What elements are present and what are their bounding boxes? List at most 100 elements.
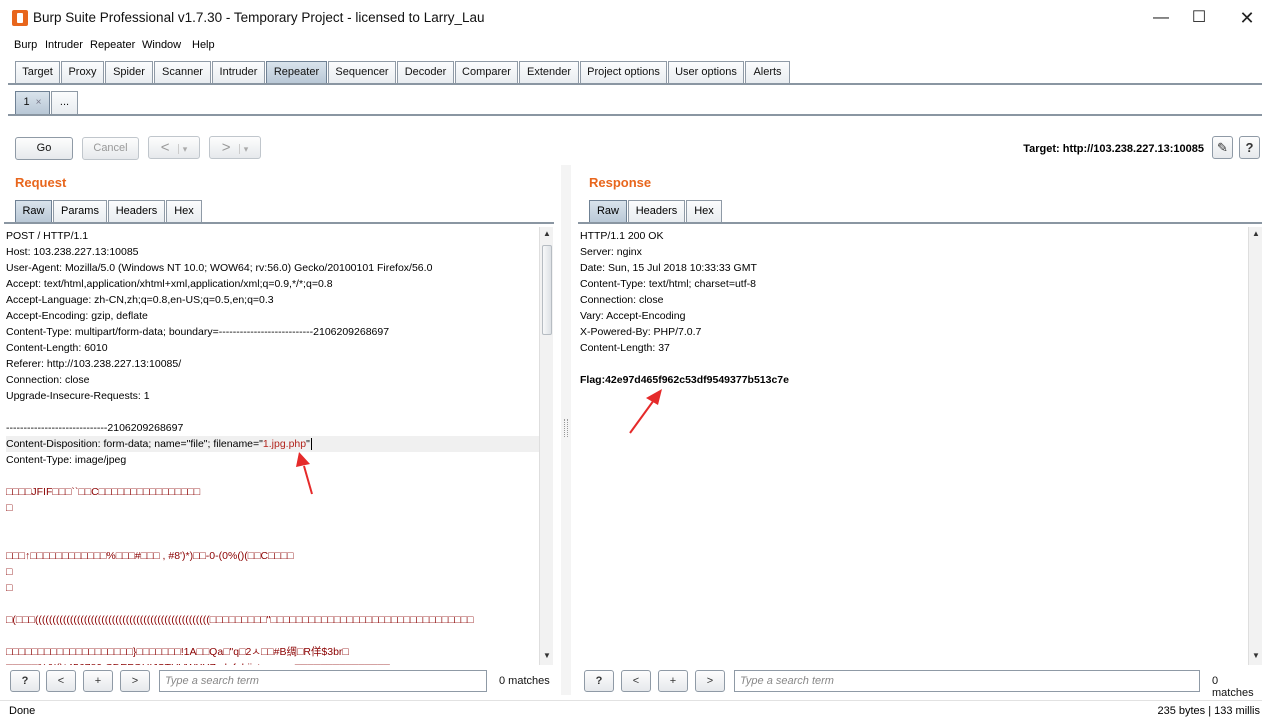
request-search-add-button[interactable]: +	[83, 670, 113, 692]
response-tab-hex[interactable]: Hex	[686, 200, 722, 223]
forward-arrow-icon: >	[221, 139, 231, 156]
response-search-prev-button[interactable]: <	[621, 670, 651, 692]
new-tab-button[interactable]: ...	[51, 91, 78, 114]
editor-line: Content-Type: text/html; charset=utf-8	[580, 278, 756, 290]
help-icon[interactable]: ?	[1239, 136, 1260, 159]
editor-line: Accept: text/html,application/xhtml+xml,…	[6, 278, 333, 290]
title-bar: Burp Suite Professional v1.7.30 - Tempor…	[0, 0, 1262, 36]
response-size-timing: 235 bytes | 133 millis	[1157, 705, 1260, 717]
tab-extender[interactable]: Extender	[519, 61, 579, 84]
scroll-up-icon[interactable]: ▲	[540, 227, 554, 241]
scroll-thumb[interactable]	[542, 245, 552, 335]
request-scrollbar[interactable]: ▲ ▼	[539, 227, 553, 665]
response-tab-rule	[578, 222, 1262, 224]
editor-line: □	[6, 566, 13, 578]
editor-line: User-Agent: Mozilla/5.0 (Windows NT 10.0…	[6, 262, 433, 274]
menu-bar: Burp Intruder Repeater Window Help	[0, 36, 1262, 56]
editor-line: Server: nginx	[580, 246, 642, 258]
editor-line: POST / HTTP/1.1	[6, 230, 89, 242]
request-tab-hex[interactable]: Hex	[166, 200, 202, 223]
editor-line: Connection: close	[580, 294, 664, 306]
request-search-prev-button[interactable]: <	[46, 670, 76, 692]
tab-decoder[interactable]: Decoder	[397, 61, 454, 84]
tab-user-options[interactable]: User options	[668, 61, 744, 84]
editor-line: □□□↑□□□□□□□□□□□□%□□□#□□□ , #8')*)□□-0-(0…	[6, 550, 294, 562]
annotation-arrow-flag	[629, 389, 662, 434]
editor-line: Connection: close	[6, 374, 90, 386]
back-dropdown-icon[interactable]: ▾	[177, 144, 188, 154]
burp-window: Burp Suite Professional v1.7.30 - Tempor…	[0, 0, 1262, 721]
annotation-arrow-filename	[296, 452, 313, 495]
scroll-up-icon[interactable]: ▲	[1249, 227, 1262, 241]
editor-line: Accept-Encoding: gzip, deflate	[6, 310, 148, 322]
maximize-icon[interactable]: ☐	[1176, 4, 1222, 32]
tab-project-options[interactable]: Project options	[580, 61, 667, 84]
response-scrollbar[interactable]: ▲ ▼	[1248, 227, 1262, 665]
response-editor[interactable]: HTTP/1.1 200 OK Server: nginx Date: Sun, 1…	[578, 227, 1248, 665]
request-tab-raw[interactable]: Raw	[15, 200, 52, 223]
response-match-count: 0 matches	[1212, 675, 1254, 699]
response-search-help-button[interactable]: ?	[584, 670, 614, 692]
response-search-add-button[interactable]: +	[658, 670, 688, 692]
back-button[interactable]: < ▾	[148, 136, 200, 159]
tab-close-icon[interactable]: ×	[36, 97, 42, 108]
split-divider[interactable]	[561, 165, 571, 695]
divider-grip[interactable]	[564, 419, 568, 437]
request-search-next-button[interactable]: >	[120, 670, 150, 692]
editor-line: □□□□□□□□□□□□□□□□□□□□}□□□□□□□!1A□□Qa□"q□2…	[6, 646, 349, 658]
tab-repeater[interactable]: Repeater	[266, 61, 327, 84]
main-tab-bar: Target Proxy Spider Scanner Intruder Rep…	[0, 57, 1262, 87]
tab-sequencer[interactable]: Sequencer	[328, 61, 396, 84]
editor-line: Content-Length: 6010	[6, 342, 108, 354]
request-search-help-button[interactable]: ?	[10, 670, 40, 692]
response-search-input[interactable]: Type a search term	[734, 670, 1200, 692]
close-icon[interactable]: ✕	[1224, 4, 1262, 32]
edit-target-icon[interactable]: ✎	[1212, 136, 1233, 159]
window-title: Burp Suite Professional v1.7.30 - Tempor…	[33, 10, 485, 25]
request-editor[interactable]: POST / HTTP/1.1 Host: 103.238.227.13:1008…	[4, 227, 539, 665]
back-arrow-icon: <	[160, 139, 170, 156]
cancel-button[interactable]: Cancel	[82, 137, 139, 160]
scroll-down-icon[interactable]: ▼	[1249, 649, 1262, 663]
forward-button[interactable]: > ▾	[209, 136, 261, 159]
response-search-next-button[interactable]: >	[695, 670, 725, 692]
uploaded-filename: 1.jpg.php	[262, 438, 307, 450]
request-match-count: 0 matches	[499, 675, 550, 687]
request-tab-rule	[4, 222, 554, 224]
forward-dropdown-icon[interactable]: ▾	[238, 144, 249, 154]
editor-line: □	[6, 502, 13, 514]
menu-intruder[interactable]: Intruder	[45, 39, 83, 51]
request-tab-headers[interactable]: Headers	[108, 200, 165, 223]
response-tab-headers[interactable]: Headers	[628, 200, 685, 223]
editor-line: Content-Length: 37	[580, 342, 670, 354]
menu-repeater[interactable]: Repeater	[90, 39, 135, 51]
menu-window[interactable]: Window	[142, 39, 181, 51]
tab-intruder[interactable]: Intruder	[212, 61, 265, 84]
editor-line: HTTP/1.1 200 OK	[580, 230, 664, 242]
editor-line: □(□□□(((((((((((((((((((((((((((((((((((…	[6, 614, 474, 626]
scroll-down-icon[interactable]: ▼	[540, 649, 554, 663]
tab-alerts[interactable]: Alerts	[745, 61, 790, 84]
editor-line: □□□□□%&'()*456789:CDEFGHIJSTUVWXYZcdefgh…	[6, 660, 539, 665]
editor-line: Upgrade-Insecure-Requests: 1	[6, 390, 150, 402]
tab-scanner[interactable]: Scanner	[154, 61, 211, 84]
request-tab-params[interactable]: Params	[53, 200, 107, 223]
tab-proxy[interactable]: Proxy	[61, 61, 104, 84]
tab-spider[interactable]: Spider	[105, 61, 153, 84]
target-label: Target: http://103.238.227.13:10085	[1023, 143, 1204, 155]
tab-comparer[interactable]: Comparer	[455, 61, 518, 84]
editor-line: Host: 103.238.227.13:10085	[6, 246, 139, 258]
go-button[interactable]: Go	[15, 137, 73, 160]
menu-burp[interactable]: Burp	[14, 39, 37, 51]
editor-line: Accept-Language: zh-CN,zh;q=0.8,en-US;q=…	[6, 294, 274, 306]
response-tab-raw[interactable]: Raw	[589, 200, 627, 223]
menu-help[interactable]: Help	[192, 39, 215, 51]
editor-line: Content-Disposition: form-data; name="fi…	[6, 436, 539, 452]
repeater-tab-1[interactable]: 1 ×	[15, 91, 50, 114]
request-search-input[interactable]: Type a search term	[159, 670, 487, 692]
tab-target[interactable]: Target	[15, 61, 60, 84]
